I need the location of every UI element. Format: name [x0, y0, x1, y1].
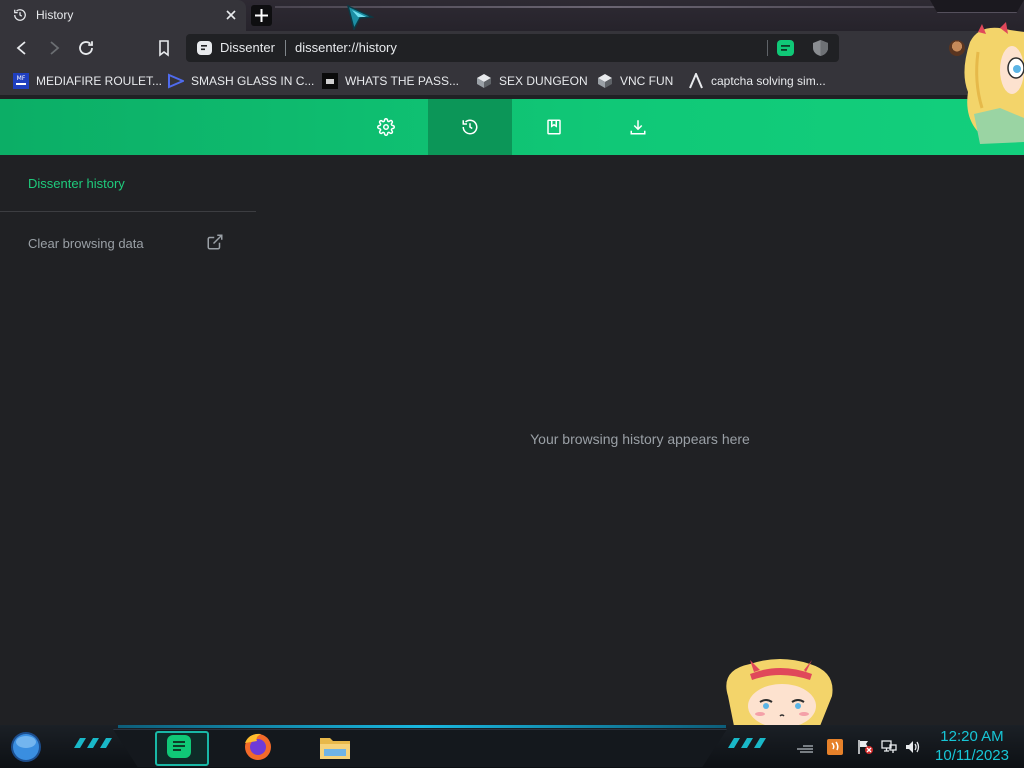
address-bar[interactable]: Dissenter dissenter://history: [186, 34, 839, 62]
dissenter-extension-icon[interactable]: [777, 40, 794, 56]
mascot-decoration-icon: [960, 22, 1024, 146]
java-update-icon[interactable]: [827, 739, 843, 755]
bookmark-label: MEDIAFIRE ROULET...: [36, 73, 163, 88]
network-icon[interactable]: [881, 739, 897, 755]
bookmark-label: SMASH GLASS IN C...: [191, 73, 315, 88]
tab-title: History: [36, 8, 74, 22]
mediafire-favicon: MF: [13, 72, 29, 89]
taskbar-dissenter-app[interactable]: [155, 731, 209, 766]
mascot-decoration-icon: [720, 656, 838, 726]
tab-downloads[interactable]: [596, 99, 680, 155]
folder-icon: [320, 738, 350, 759]
visual-studio-favicon: [168, 72, 184, 89]
chevron-decoration-icon: [728, 738, 768, 748]
bookmark-item[interactable]: VNC FUN: [597, 72, 673, 89]
taskbar-glow-decoration: [118, 725, 726, 728]
taskbar-firefox-app[interactable]: [235, 731, 285, 762]
cube-favicon: [476, 73, 492, 89]
bookmark-page-icon[interactable]: [155, 39, 173, 57]
bookmark-icon: [547, 119, 561, 135]
volume-icon[interactable]: [905, 739, 921, 755]
close-tab-icon[interactable]: [225, 9, 237, 21]
taskbar-clock[interactable]: 12:20 AM 10/11/2023: [926, 727, 1018, 765]
bookmark-item[interactable]: captcha solving sim...: [688, 72, 826, 89]
tab-history[interactable]: [428, 99, 512, 155]
sidebar-divider: [0, 211, 256, 212]
address-separator: [285, 40, 286, 56]
taskbar-file-explorer-app[interactable]: [312, 731, 362, 762]
svg-text:MF: MF: [17, 75, 26, 82]
tab-history[interactable]: History: [0, 0, 246, 31]
bookmark-item[interactable]: SEX DUNGEON: [476, 72, 588, 89]
dissenter-site-icon: [197, 41, 212, 55]
new-tab-button[interactable]: [251, 5, 272, 26]
tabstrip-decoration: [275, 6, 935, 8]
arrow-a-favicon: [688, 72, 704, 89]
clear-browsing-data-link[interactable]: Clear browsing data: [28, 233, 224, 251]
sidebar-item-history[interactable]: Dissenter history: [28, 176, 125, 191]
shield-icon[interactable]: [813, 40, 828, 56]
action-center-flag-icon[interactable]: [857, 739, 873, 755]
reload-icon[interactable]: [77, 39, 95, 57]
tab-settings[interactable]: [344, 99, 428, 155]
tabstrip-decoration-right: [930, 0, 1024, 13]
bookmark-item[interactable]: SMASH GLASS IN C...: [168, 72, 314, 89]
bookmark-item[interactable]: MF MEDIAFIRE ROULET...: [13, 72, 162, 89]
dissenter-app-icon: [167, 735, 191, 758]
extension-separator: [767, 40, 768, 56]
open-external-icon: [207, 234, 223, 250]
start-button[interactable]: [8, 731, 44, 763]
firefox-icon: [245, 733, 271, 760]
clock-time: 12:20 AM: [940, 728, 1004, 745]
chevron-decoration-icon: [74, 738, 114, 748]
bookmark-label: WHATS THE PASS...: [345, 73, 460, 88]
gear-icon: [377, 118, 395, 136]
bookmark-label: VNC FUN: [620, 73, 674, 88]
download-icon: [630, 120, 646, 135]
tab-strip: History: [0, 0, 1024, 31]
back-icon[interactable]: [13, 39, 31, 57]
history-icon: [462, 119, 478, 135]
cursor-decoration-icon: [346, 4, 374, 30]
site-name: Dissenter: [220, 40, 275, 55]
history-sidebar: Dissenter history Clear browsing data: [0, 155, 256, 725]
forward-icon[interactable]: [45, 39, 63, 57]
bookmarks-bar: MF MEDIAFIRE ROULET... SMASH GLASS IN C.…: [0, 65, 1024, 95]
empty-history-message: Your browsing history appears here: [530, 431, 750, 447]
bookmark-label: captcha solving sim...: [711, 73, 826, 88]
tab-bookmarks[interactable]: [512, 99, 596, 155]
bookmark-label: SEX DUNGEON: [499, 73, 588, 88]
bookmark-item[interactable]: WHATS THE PASS...: [322, 72, 459, 89]
show-hidden-icons-icon[interactable]: [795, 739, 813, 755]
history-icon: [13, 8, 27, 22]
dark-box-favicon: [322, 72, 338, 89]
clock-date: 10/11/2023: [935, 747, 1009, 764]
cube-favicon: [597, 73, 613, 89]
dissenter-nav-bar: [0, 99, 1024, 155]
browser-toolbar: Dissenter dissenter://history: [0, 31, 1024, 65]
url-text[interactable]: dissenter://history: [295, 40, 397, 55]
clear-browsing-data-label: Clear browsing data: [28, 236, 144, 251]
